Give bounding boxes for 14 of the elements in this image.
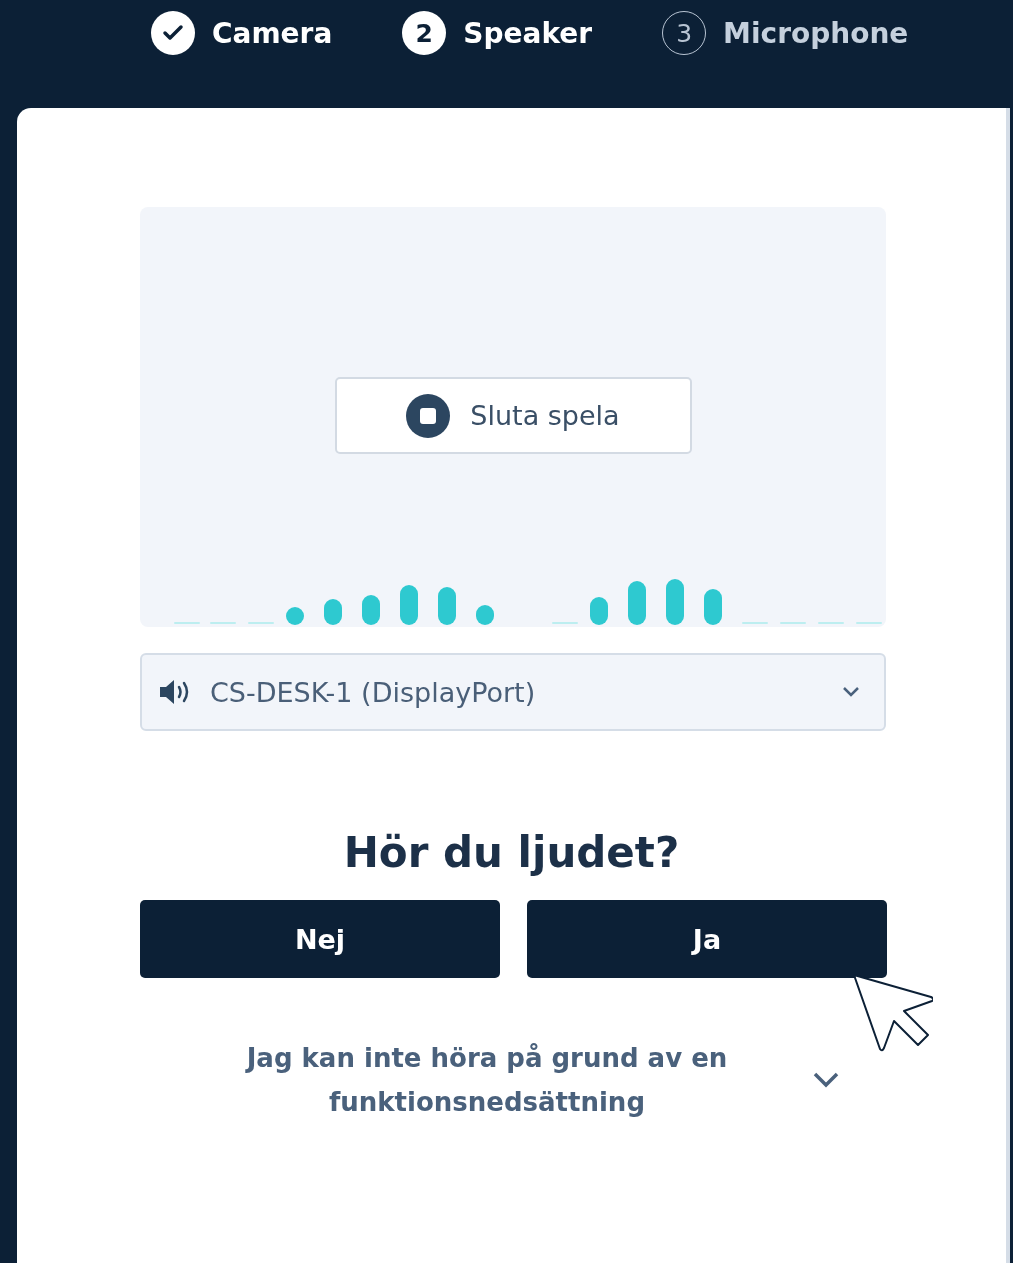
answer-button[interactable]: Ja: [527, 900, 887, 978]
cursor-icon: [853, 974, 933, 1054]
speaker-select[interactable]: CS-DESK-1 (DisplayPort): [140, 653, 886, 731]
stop-icon: [406, 393, 451, 438]
step-label: Microphone: [723, 16, 909, 50]
question-heading: Hör du ljudet?: [343, 827, 680, 879]
stop-button[interactable]: Sluta spela: [334, 377, 692, 454]
step-label: Speaker: [463, 16, 593, 50]
step-number: 2: [402, 11, 447, 55]
answer-button[interactable]: Nej: [140, 900, 500, 978]
step-label: Camera: [212, 16, 333, 50]
chevron-down-icon[interactable]: [812, 1071, 840, 1089]
disclosure-link[interactable]: Jag kan inte höra på grund av en funktionsnedsättning: [222, 1036, 752, 1124]
chevron-down-icon: [842, 686, 860, 698]
